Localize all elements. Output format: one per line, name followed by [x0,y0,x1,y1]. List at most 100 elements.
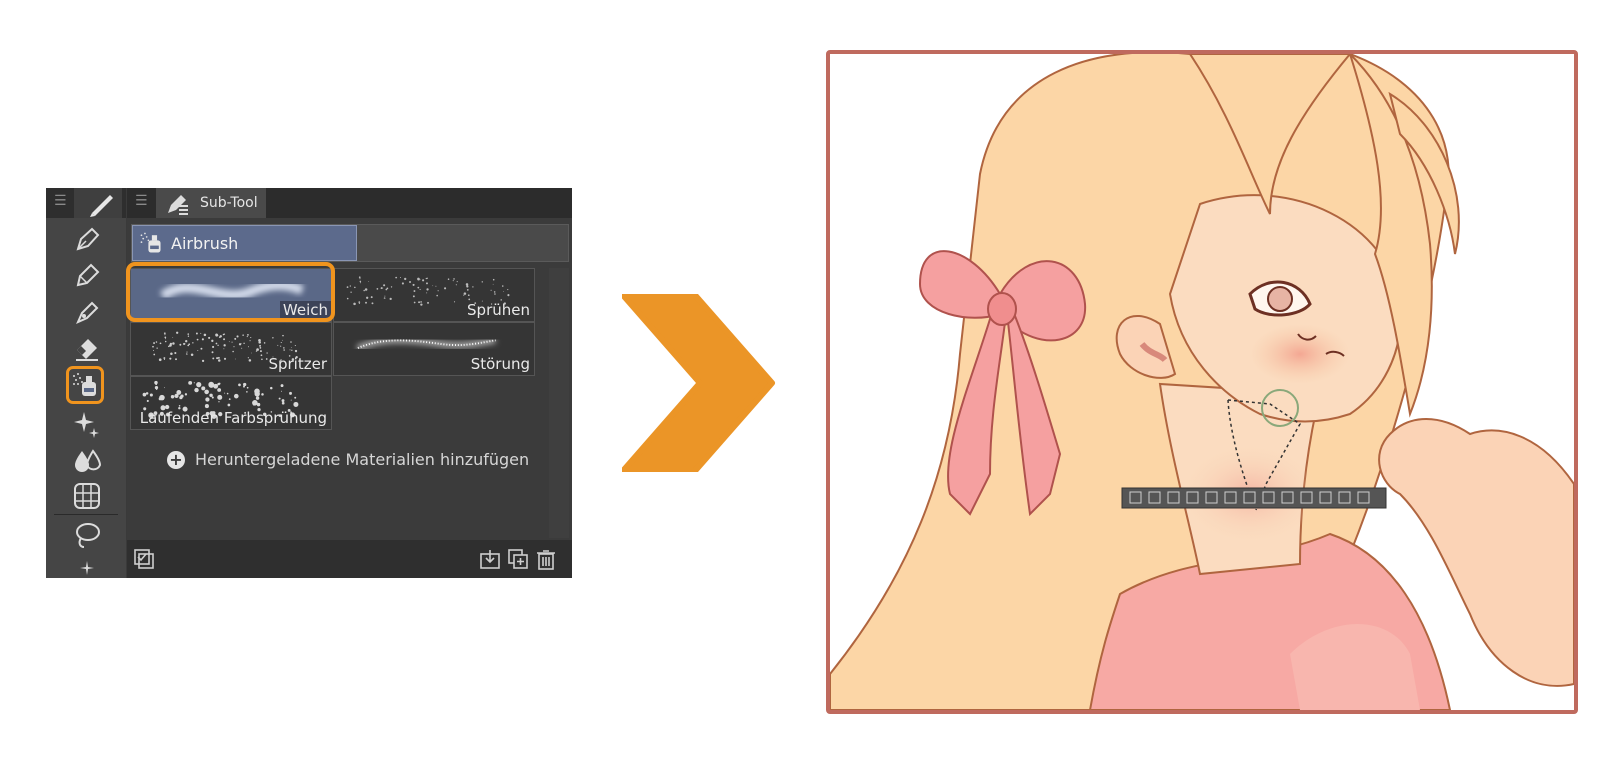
speckle [200,347,203,350]
speckle [417,277,420,281]
add-materials-button[interactable]: + Heruntergeladene Materialien hinzufüge… [167,450,529,469]
trash-icon[interactable] [535,548,557,570]
brush-stoerung[interactable]: Störung [333,322,535,376]
speckle [246,391,248,393]
speckle [217,382,220,386]
speckle [508,295,510,297]
divider [54,514,118,515]
speckle [232,350,234,353]
tool-more[interactable] [68,550,106,578]
speckle [289,391,292,395]
more-icon [80,561,94,575]
tool-eraser[interactable] [68,330,106,366]
speckle [201,386,206,391]
brush-spritzer[interactable]: Spritzer [130,322,332,376]
speckle [444,287,447,290]
speckle [184,393,188,396]
speckle [193,382,195,384]
speckle [212,357,215,360]
speckle [256,348,259,351]
speckle [228,341,230,343]
speckle [153,342,156,344]
tab-subtool[interactable]: Sub-Tool [156,188,266,218]
duplicate-icon[interactable] [507,548,529,570]
speckle [216,357,219,360]
speckle [195,332,198,335]
speckle [242,334,244,336]
speckle [247,357,249,359]
speckle [380,287,383,290]
speckle [280,384,284,388]
speckle [208,381,214,388]
tool-decoration[interactable] [68,406,106,442]
speckle [280,390,282,392]
speckle [226,392,229,395]
speckle [201,338,204,341]
speckle [204,389,209,395]
speckle [266,352,268,354]
tool-brush[interactable] [68,294,106,330]
speckle [453,278,455,280]
speckle [404,277,407,281]
speckle [222,333,225,336]
import-icon[interactable] [479,548,501,570]
speckle [254,391,260,397]
speckle [280,341,282,344]
speckle [170,352,173,355]
speckle [223,357,227,360]
brush-label: Spritzer [268,355,327,373]
pencil-icon [76,263,100,287]
speckle [164,340,167,343]
speckle [212,345,215,349]
speckle [243,385,245,388]
speckle [153,350,155,352]
speckle [227,403,231,407]
speckle [194,387,199,393]
speckle [192,342,194,344]
speckle [382,287,384,289]
speckle [228,398,231,401]
tool-pencil[interactable] [68,258,106,294]
group-airbrush[interactable]: Airbrush [132,225,357,261]
speckle [368,281,370,282]
speckle [281,399,285,403]
tool-airbrush[interactable] [66,366,104,404]
brush-laufenden-farbspruehung[interactable]: Laufenden Farbsprühung [130,376,332,430]
speckle [366,296,369,299]
menu-icon[interactable]: ☰ [135,193,148,209]
speckle [208,336,211,339]
speckle [156,347,158,349]
speckle [282,334,284,337]
tool-figure[interactable] [68,478,106,514]
speckle [363,289,365,292]
tool-pen[interactable] [68,222,106,258]
tab-pen[interactable] [74,188,122,218]
speckle [243,382,247,387]
menu-icon[interactable]: ☰ [54,193,67,209]
speckle [481,281,483,283]
speckle [175,358,177,361]
speckle [224,392,226,394]
speckle [437,290,439,292]
settings-icon[interactable] [133,548,155,570]
speckle [218,401,220,403]
scrollbar[interactable] [549,268,569,538]
tool-blend[interactable] [68,442,106,478]
tool-palette: ☰ [46,188,126,578]
lasso-icon [76,523,100,548]
speckle [185,340,188,343]
speckle [146,399,149,403]
speckle [389,297,392,301]
speckle [466,289,469,291]
speckle [422,279,425,282]
speckle [278,397,281,400]
speckle [395,276,398,279]
brush-spruehen[interactable]: Sprühen [333,268,535,322]
speckle [272,337,274,339]
tool-lasso[interactable] [68,518,106,554]
speckle [159,342,162,345]
speckle [383,297,386,299]
subtool-window: ☰ ☰ Sub-Tool Airbrush Weich Sprühen Spri… [46,188,572,578]
speckle [425,277,427,280]
selected-brush-highlight [126,262,335,322]
